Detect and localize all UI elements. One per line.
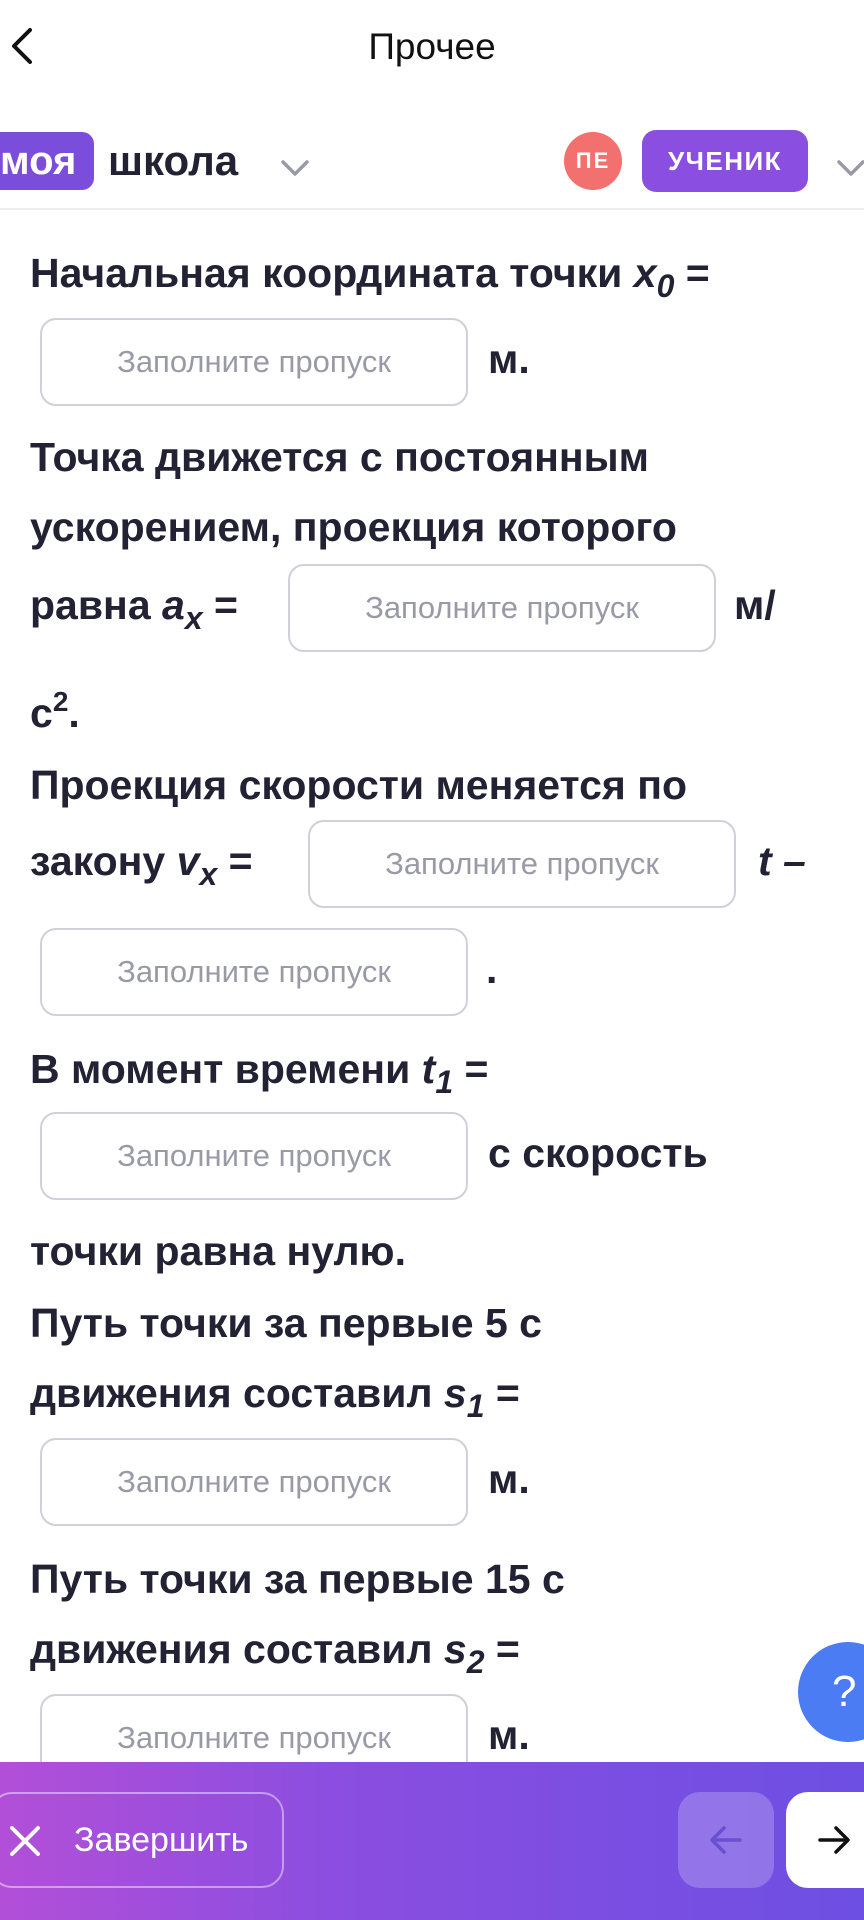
blank-vx-coef-input[interactable] <box>308 820 736 908</box>
top-nav: Прочее <box>0 0 864 96</box>
unit-label: м. <box>488 1456 530 1502</box>
task-text-line: с скорость <box>488 1130 708 1176</box>
dot-label: . <box>486 946 498 992</box>
blank-ax-input[interactable] <box>288 564 716 652</box>
task-text-line: Точка движется с постоянным <box>30 434 649 480</box>
task-content: Начальная координата точки x0 = м. Точка… <box>0 212 864 1782</box>
page-title: Прочее <box>368 26 496 67</box>
role-badge[interactable]: УЧЕНИК <box>642 130 808 192</box>
finish-label: Завершить <box>74 1821 249 1859</box>
logo-text: школа <box>108 137 239 184</box>
chevron-down-icon[interactable] <box>280 158 310 178</box>
task-text-line: ускорением, проекция которого <box>30 504 677 550</box>
finish-button[interactable]: Завершить <box>0 1792 284 1888</box>
task-text-line: Путь точки за первые 15 с <box>30 1556 565 1602</box>
task-text-line: Проекция скорости меняется по <box>30 762 688 808</box>
task-text-line: движения составил s2 = <box>30 1626 520 1680</box>
task-text-line: Начальная координата точки x0 = <box>30 250 710 304</box>
task-text-line: закону vx = <box>30 838 253 892</box>
close-icon <box>10 1826 40 1856</box>
task-text-line: движения составил s1 = <box>30 1370 520 1424</box>
unit-label: м. <box>488 336 530 382</box>
logo-badge: моя <box>0 132 95 190</box>
blank-s1-input[interactable] <box>40 1438 468 1526</box>
task-text-line: точки равна нулю. <box>30 1228 406 1274</box>
school-header: моя школа ПЕ УЧЕНИК <box>0 120 864 210</box>
task-text-line: равна ax = <box>30 582 238 636</box>
screen: Прочее моя школа ПЕ УЧЕНИК Начальная коо… <box>0 0 864 1920</box>
prev-button[interactable] <box>678 1792 774 1888</box>
unit-label: м. <box>488 1712 530 1758</box>
unit-label: м/ <box>734 582 776 628</box>
blank-x0-input[interactable] <box>40 318 468 406</box>
blank-t1-input[interactable] <box>40 1112 468 1200</box>
arrow-right-icon <box>818 1826 850 1854</box>
bottom-action-bar: Завершить <box>0 1762 864 1920</box>
arrow-left-icon <box>710 1826 742 1854</box>
next-button[interactable] <box>786 1792 864 1888</box>
task-text-line: В момент времени t1 = <box>30 1046 489 1100</box>
blank-vx-const-input[interactable] <box>40 928 468 1016</box>
task-text-line: Путь точки за первые 5 с <box>30 1300 542 1346</box>
t-term-label: t – <box>758 838 806 884</box>
avatar[interactable]: ПЕ <box>564 132 622 190</box>
task-text-line: с2. <box>30 686 80 736</box>
chevron-down-icon[interactable] <box>836 158 864 178</box>
